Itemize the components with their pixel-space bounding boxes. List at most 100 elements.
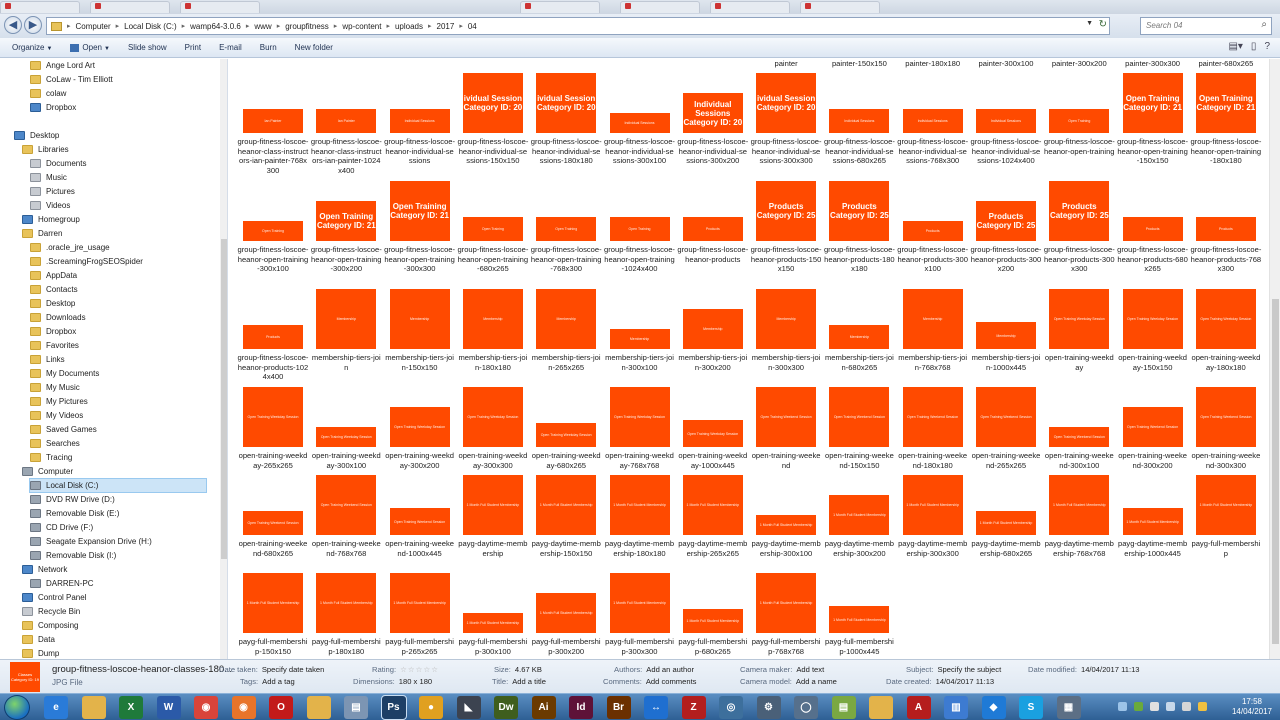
breadcrumb-separator-icon[interactable]: ▸: [67, 22, 71, 30]
file-caption[interactable]: painter-300x100: [970, 59, 1042, 69]
file-item[interactable]: 1 Month Full Student Membership payg-dayt…: [677, 475, 749, 583]
breadcrumb-item[interactable]: 2017: [437, 22, 455, 31]
file-item[interactable]: Open Training Category ID: 21 group-fitne…: [384, 181, 456, 289]
file-item[interactable]: Ian Painter group-fitness-loscoe-heanor-c…: [310, 73, 382, 181]
file-item[interactable]: Products group-fitness-loscoe-heanor-prod…: [677, 181, 749, 289]
file-item[interactable]: Open Training group-fitness-loscoe-heanor…: [457, 181, 529, 289]
file-thumbnail[interactable]: Individual Sessions: [829, 109, 890, 133]
nav-item[interactable]: Removable Disk (E:): [30, 507, 206, 520]
file-thumbnail[interactable]: 1 Month Full Student Membership: [462, 613, 523, 633]
firefox-icon[interactable]: ◉: [231, 696, 256, 719]
refresh-icon[interactable]: ↻: [1099, 19, 1107, 30]
file-thumbnail[interactable]: 1 Month Full Student Membership: [609, 573, 670, 633]
file-item[interactable]: ividual Session Category ID: 20 group-fit…: [457, 73, 529, 181]
rating-stars-icon[interactable]: ☆☆☆☆☆: [400, 665, 439, 674]
file-thumbnail[interactable]: Open Training: [462, 217, 523, 241]
file-item[interactable]: Open Training Weekend Session open-traini…: [237, 475, 309, 583]
nav-item[interactable]: My Pictures: [30, 395, 206, 408]
chart-icon[interactable]: ▥: [944, 696, 968, 719]
file-thumbnail[interactable]: ividual Session Category ID: 20: [462, 73, 523, 133]
authors-field[interactable]: Authors: Add an author: [614, 665, 694, 674]
file-item[interactable]: 1 Month Full Student Membership payg-full…: [457, 573, 529, 659]
file-thumbnail[interactable]: 1 Month Full Student Membership: [902, 475, 963, 535]
illustrator-icon[interactable]: Ai: [531, 696, 556, 719]
breadcrumb-item[interactable]: 04: [468, 22, 477, 31]
nav-item[interactable]: Contacts: [30, 283, 206, 296]
acrobat-icon[interactable]: A: [906, 696, 931, 719]
file-thumbnail[interactable]: 1 Month Full Student Membership: [756, 515, 817, 535]
file-item[interactable]: 1 Month Full Student Membership payg-dayt…: [897, 475, 969, 583]
file-item[interactable]: Individual Sessions group-fitness-loscoe-…: [604, 73, 676, 181]
file-thumbnail[interactable]: Membership: [389, 289, 450, 349]
file-item[interactable]: Open Training Category ID: 21 group-fitne…: [1117, 73, 1189, 181]
breadcrumb-separator-icon[interactable]: ▸: [116, 22, 120, 30]
file-item[interactable]: Products group-fitness-loscoe-heanor-prod…: [1117, 181, 1189, 289]
file-thumbnail[interactable]: 1 Month Full Student Membership: [1122, 508, 1183, 535]
search-input[interactable]: Search 04 ⌕: [1140, 17, 1272, 35]
file-item[interactable]: 1 Month Full Student Membership payg-full…: [823, 573, 895, 659]
tray-expand-icon[interactable]: [1118, 702, 1127, 711]
breadcrumb-separator-icon[interactable]: ▸: [428, 22, 432, 30]
nav-item[interactable]: Dropbox: [30, 101, 206, 114]
file-thumbnail[interactable]: Open Training Category ID: 21: [316, 201, 377, 241]
file-item[interactable]: Open Training Weekend Session open-traini…: [310, 475, 382, 583]
preview-pane-icon[interactable]: ▯: [1251, 41, 1257, 52]
file-caption[interactable]: painter-150x150: [823, 59, 895, 69]
flag-icon[interactable]: [1150, 702, 1159, 711]
file-item[interactable]: Open Training Weekend Session open-traini…: [384, 475, 456, 583]
back-button[interactable]: ◀: [4, 16, 22, 34]
background-tab[interactable]: [180, 1, 260, 13]
nav-item[interactable]: Dump: [22, 647, 206, 659]
file-thumbnail[interactable]: Open Training Category ID: 21: [1195, 73, 1256, 133]
file-item[interactable]: Individual Sessions Category ID: 20 group…: [677, 73, 749, 181]
file-item[interactable]: 1 Month Full Student Membership payg-full…: [310, 573, 382, 659]
nav-item[interactable]: CoLaw - Tim Elliott: [30, 73, 206, 86]
network-tray-icon[interactable]: [1166, 702, 1175, 711]
file-item[interactable]: Membership membership-tiers-join: [310, 289, 382, 397]
file-item[interactable]: 1 Month Full Student Membership payg-dayt…: [530, 475, 602, 583]
file-item[interactable]: Membership membership-tiers-join-265x265: [530, 289, 602, 397]
file-item[interactable]: 1 Month Full Student Membership payg-dayt…: [1043, 475, 1115, 583]
file-item[interactable]: ividual Session Category ID: 20 group-fit…: [750, 73, 822, 181]
breadcrumb-item[interactable]: Computer: [76, 22, 111, 31]
file-item[interactable]: Open Training group-fitness-loscoe-heanor…: [1043, 73, 1115, 181]
rating-field[interactable]: Rating: ☆☆☆☆☆: [372, 665, 439, 674]
nav-item[interactable]: Desktop: [30, 297, 206, 310]
media-icon[interactable]: ◣: [456, 696, 481, 719]
tray-misc-icon[interactable]: [1198, 702, 1207, 711]
bridge-icon[interactable]: Br: [606, 696, 631, 719]
settings-icon[interactable]: ⚙: [756, 696, 781, 719]
background-tab[interactable]: [710, 1, 790, 13]
nav-item[interactable]: Composing: [22, 619, 206, 632]
file-thumbnail[interactable]: Open Training Category ID: 21: [389, 181, 450, 241]
file-item[interactable]: Open Training Category ID: 21 group-fitne…: [1190, 73, 1262, 181]
nav-item[interactable]: Data: [22, 633, 206, 646]
file-thumbnail[interactable]: Membership: [682, 309, 743, 349]
teamviewer-icon[interactable]: ↔: [644, 696, 668, 719]
file-thumbnail[interactable]: 1 Month Full Student Membership: [1049, 475, 1110, 535]
file-caption[interactable]: painter-180x180: [897, 59, 969, 69]
file-thumbnail[interactable]: Open Training Weekday Session: [1049, 289, 1110, 349]
file-item[interactable]: Open Training group-fitness-loscoe-heanor…: [604, 181, 676, 289]
paint-icon[interactable]: ●: [419, 696, 443, 719]
tray-app-icon[interactable]: [1134, 702, 1143, 711]
background-tab[interactable]: [520, 1, 600, 13]
file-item[interactable]: Products Category ID: 25 group-fitness-lo…: [750, 181, 822, 289]
ie-icon[interactable]: e: [44, 696, 68, 719]
forward-button[interactable]: ▶: [24, 16, 42, 34]
file-thumbnail[interactable]: Open Training Weekday Session: [1195, 289, 1256, 349]
nav-item[interactable]: DARREN-PC: [30, 577, 206, 590]
nav-item[interactable]: .oracle_jre_usage: [30, 241, 206, 254]
nav-item[interactable]: Network: [22, 563, 206, 576]
start-button[interactable]: [4, 695, 30, 720]
breadcrumb-item[interactable]: uploads: [395, 22, 423, 31]
file-thumbnail[interactable]: Products: [1195, 217, 1256, 241]
file-caption[interactable]: painter-300x200: [1043, 59, 1115, 69]
file-thumbnail[interactable]: Individual Sessions: [902, 109, 963, 133]
file-item[interactable]: Membership membership-tiers-join-768x768: [897, 289, 969, 397]
folder-icon[interactable]: [306, 696, 331, 719]
file-thumbnail[interactable]: 1 Month Full Student Membership: [682, 475, 743, 535]
address-bar[interactable]: ▸ Computer ▸ Local Disk (C:) ▸ wamp64-3.0.6 ▸ w…: [46, 17, 1110, 35]
file-thumbnail[interactable]: Products Category ID: 25: [756, 181, 817, 241]
file-thumbnail[interactable]: Membership: [316, 289, 377, 349]
